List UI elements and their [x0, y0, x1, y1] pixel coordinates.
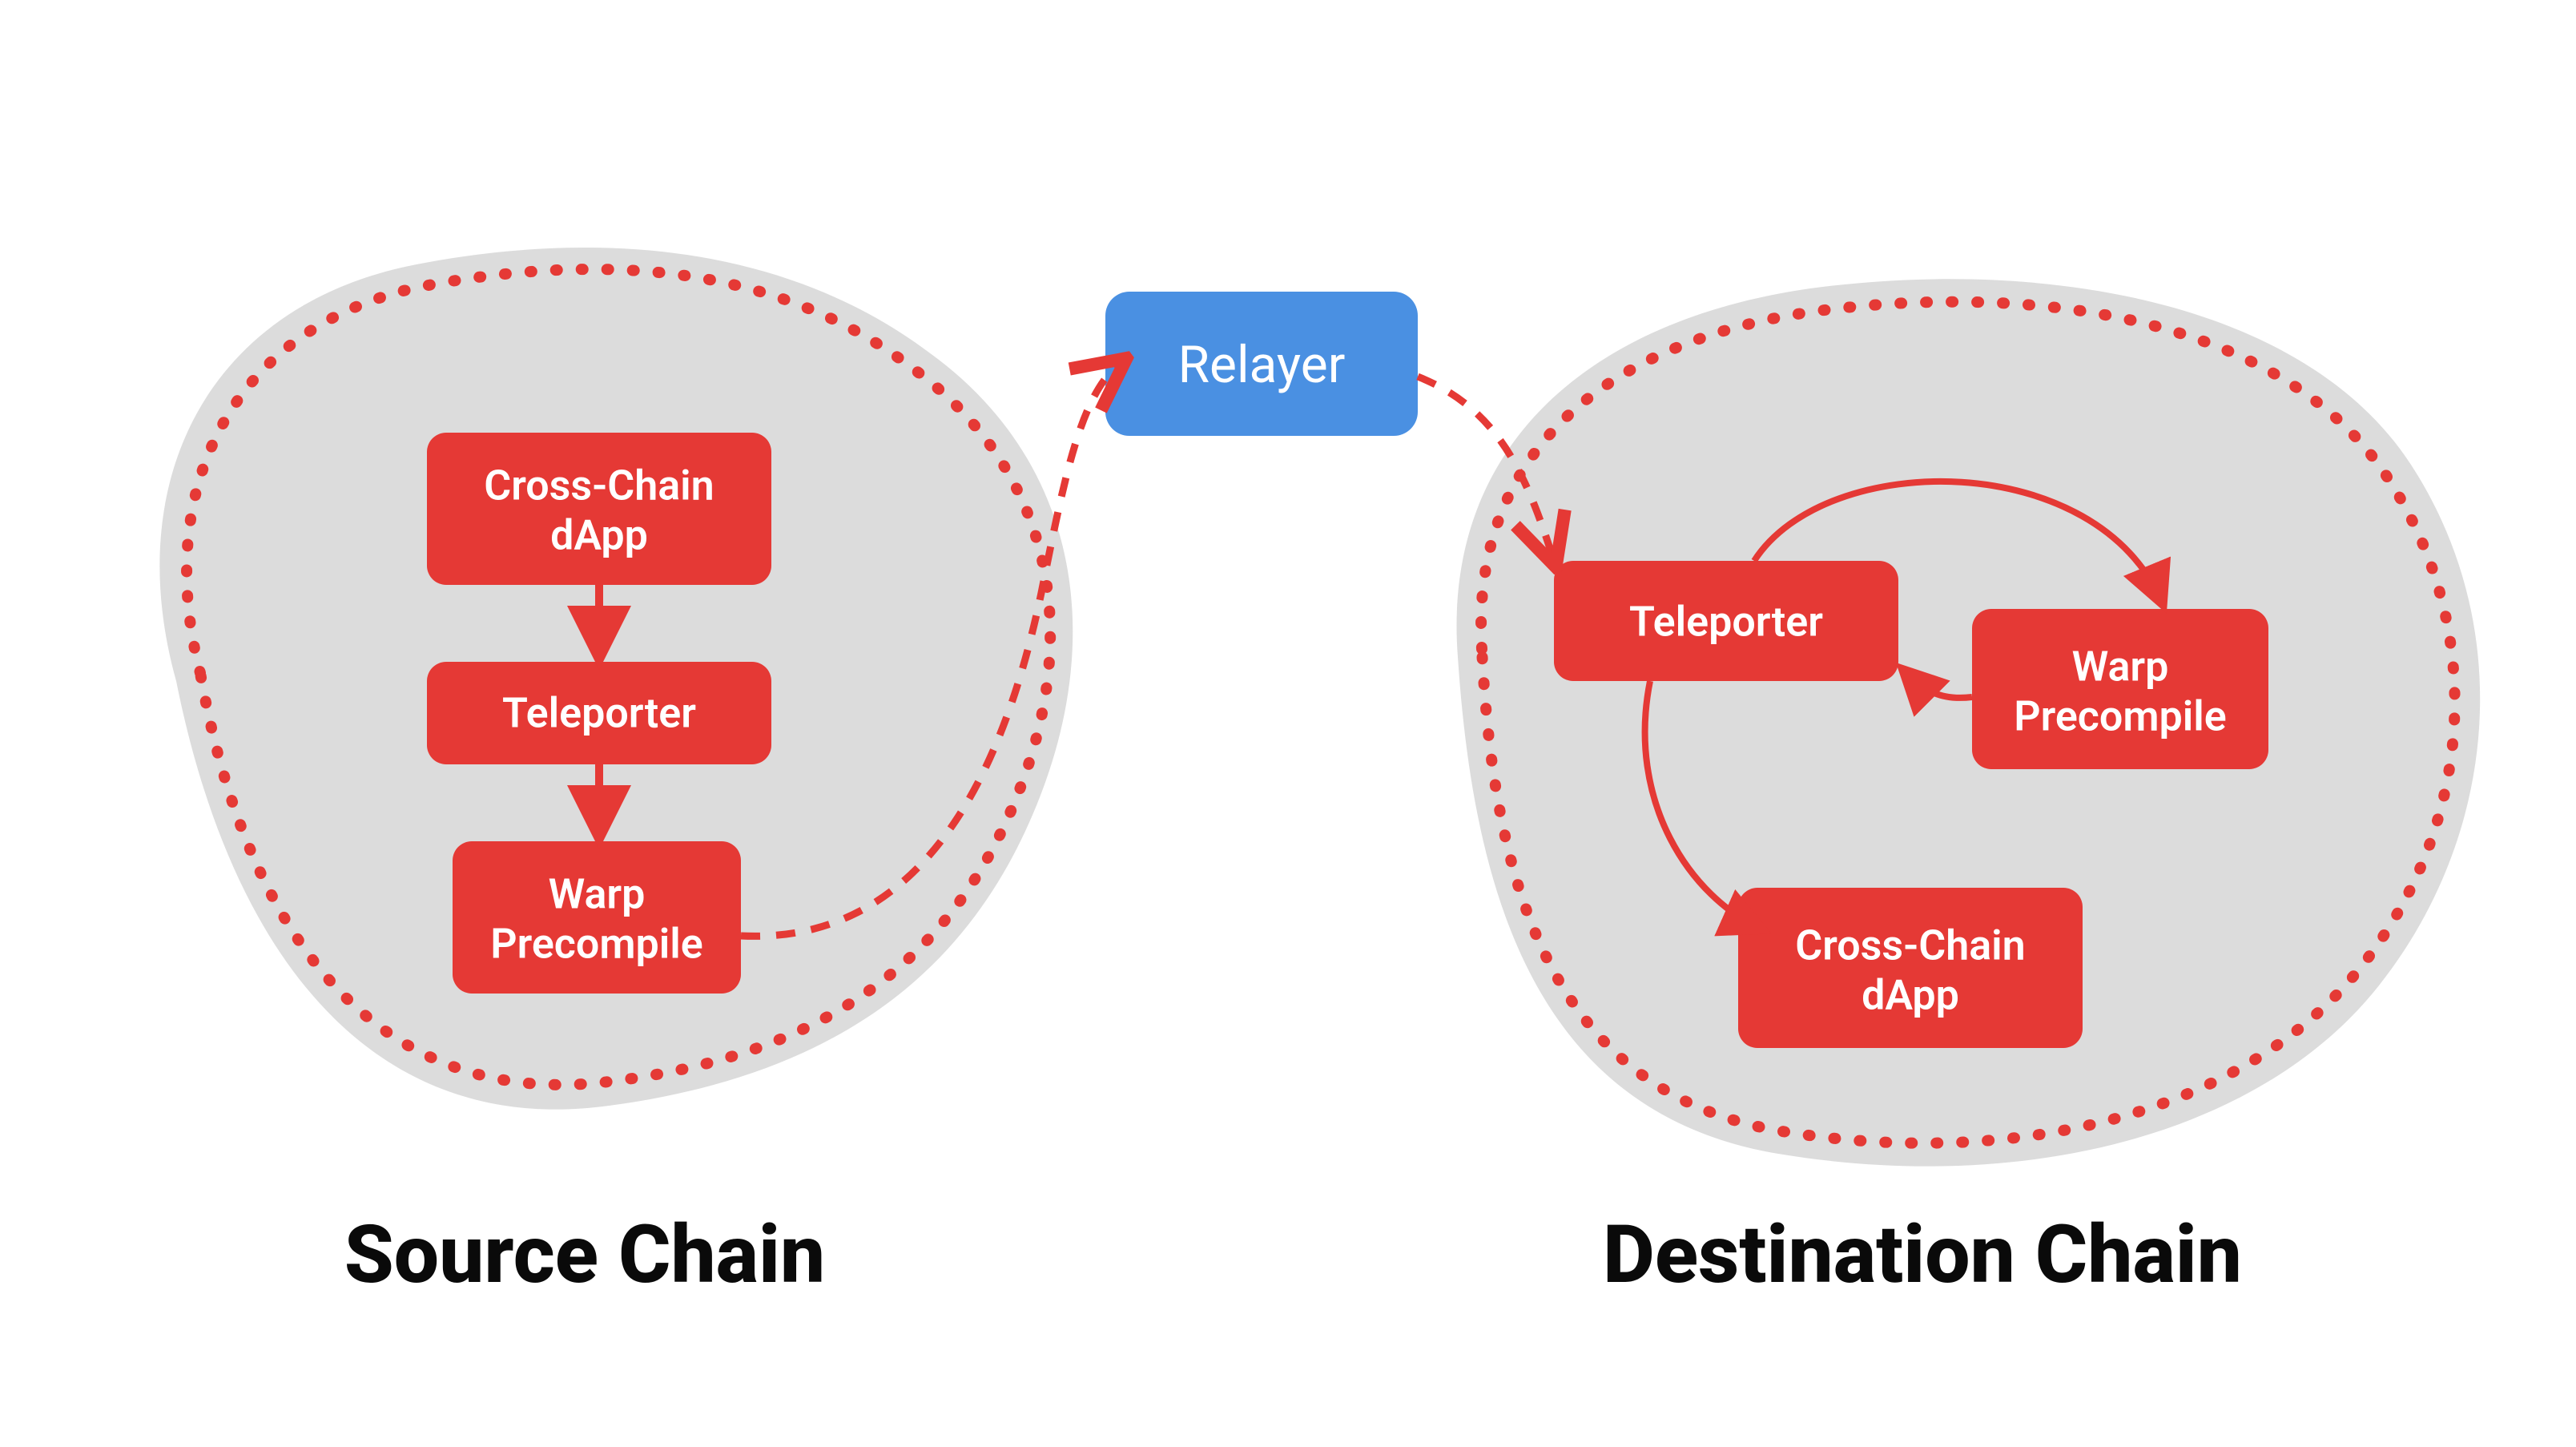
source-warp-line2: Precompile [490, 920, 703, 969]
dest-dapp-node: Cross-Chain dApp [1738, 888, 2083, 1048]
dest-teleporter-node: Teleporter [1554, 561, 1898, 681]
source-dapp-node: Cross-Chain dApp [427, 433, 771, 585]
source-warp-node: Warp Precompile [453, 841, 741, 994]
source-teleporter-label: Teleporter [502, 689, 696, 738]
source-dapp-line1: Cross-Chain [484, 462, 714, 510]
dest-warp-line2: Precompile [2014, 692, 2227, 741]
destination-chain-title: Destination Chain [1603, 1208, 2242, 1302]
dest-dapp-line1: Cross-Chain [1795, 921, 2025, 970]
relayer-label: Relayer [1178, 335, 1346, 395]
source-warp-line1: Warp [549, 870, 646, 919]
dest-dapp-line2: dApp [1862, 971, 1959, 1020]
source-dapp-line2: dApp [550, 511, 648, 560]
source-chain-title: Source Chain [344, 1208, 826, 1302]
source-teleporter-node: Teleporter [427, 662, 771, 764]
dest-warp-node: Warp Precompile [1972, 609, 2268, 769]
relayer-node: Relayer [1105, 292, 1418, 436]
dest-warp-line1: Warp [2072, 643, 2169, 691]
dest-teleporter-label: Teleporter [1629, 598, 1823, 647]
